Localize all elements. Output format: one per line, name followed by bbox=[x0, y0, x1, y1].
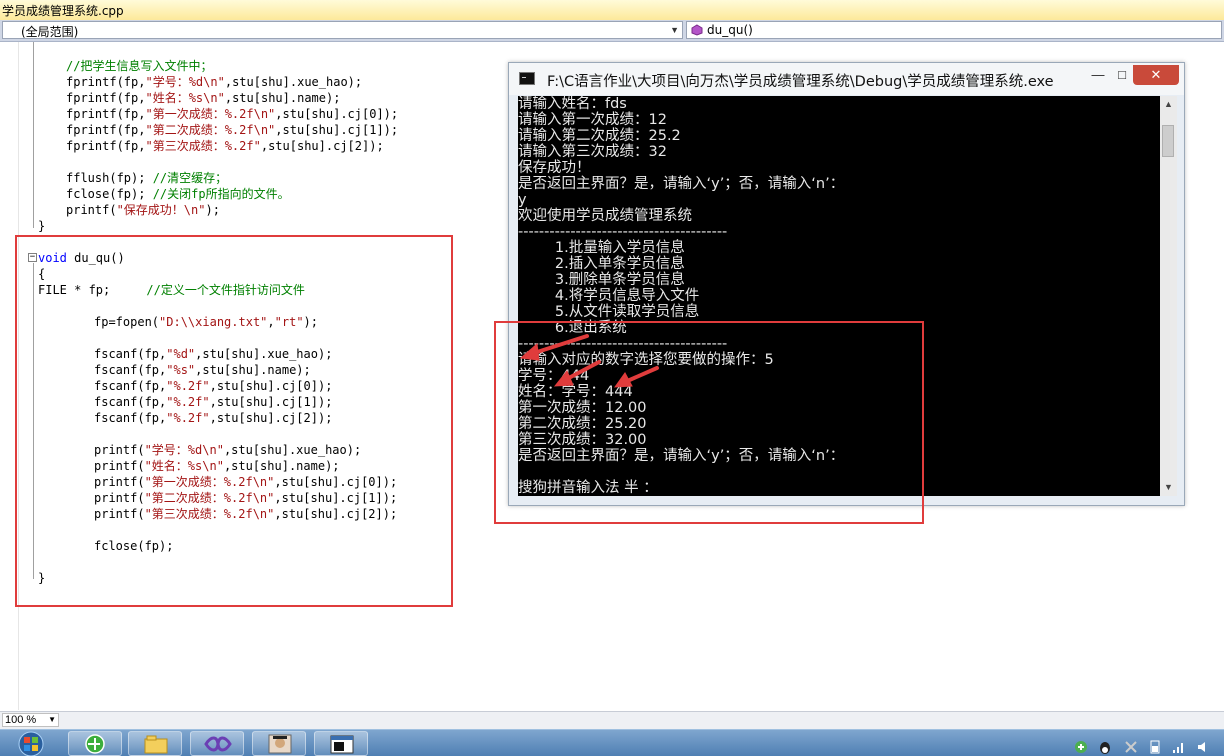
chevron-down-icon[interactable]: ▼ bbox=[48, 715, 56, 724]
console-window-icon bbox=[330, 735, 354, 754]
folder-icon bbox=[144, 735, 168, 754]
console-line: 2.插入单条学员信息 bbox=[518, 256, 685, 272]
browser-icon bbox=[85, 734, 105, 754]
visual-studio-icon bbox=[204, 736, 232, 752]
chevron-down-icon[interactable]: ▼ bbox=[670, 25, 679, 35]
outline-guide bbox=[33, 42, 34, 228]
network-signal-icon[interactable] bbox=[1172, 740, 1186, 754]
console-line: 3.删除单条学员信息 bbox=[518, 272, 685, 288]
console-titlebar[interactable]: F:\C语言作业\大项目\向万杰\学员成绩管理系统\Debug\学员成绩管理系统… bbox=[509, 63, 1184, 95]
code-line: printf("保存成功！\n"); bbox=[66, 203, 220, 217]
console-scrollbar[interactable]: ▲ ▼ bbox=[1160, 96, 1177, 496]
editor-status-bar: 100 % ▼ bbox=[0, 711, 1224, 729]
console-line: 请输入第一次成绩：12 bbox=[518, 112, 667, 128]
taskbar-explorer-button[interactable] bbox=[128, 731, 182, 756]
tools-icon[interactable] bbox=[1124, 740, 1138, 754]
code-line: fprintf(fp,"姓名：%s\n",stu[shu].name); bbox=[66, 91, 341, 105]
arrow-head-2 bbox=[553, 370, 574, 387]
code-line: fprintf(fp,"第一次成绩：%.2f\n",stu[shu].cj[0]… bbox=[66, 107, 399, 121]
code-line: //把学生信息写入文件中； bbox=[66, 59, 213, 73]
document-tab[interactable]: 学员成绩管理系统.cpp bbox=[0, 0, 1224, 21]
function-dropdown[interactable]: du_qu() bbox=[686, 21, 1222, 39]
code-line: fflush(fp); //清空缓存； bbox=[66, 171, 228, 185]
document-tab-title: 学员成绩管理系统.cpp bbox=[2, 4, 124, 18]
taskbar-browser-button[interactable] bbox=[68, 731, 122, 756]
taskbar bbox=[0, 729, 1224, 756]
annotation-box-code bbox=[15, 235, 453, 607]
function-dropdown-value: du_qu() bbox=[707, 23, 753, 37]
taskbar-visualstudio-button[interactable] bbox=[190, 731, 244, 756]
method-icon bbox=[691, 24, 703, 36]
minimize-button[interactable]: — bbox=[1086, 65, 1110, 85]
scroll-up-icon[interactable]: ▲ bbox=[1160, 96, 1177, 113]
scroll-down-icon[interactable]: ▼ bbox=[1160, 479, 1177, 496]
code-line: fprintf(fp,"第三次成绩：%.2f",stu[shu].cj[2]); bbox=[66, 139, 384, 153]
volume-icon[interactable] bbox=[1196, 740, 1210, 754]
graduate-icon bbox=[268, 734, 292, 754]
console-line: 1.批量输入学员信息 bbox=[518, 240, 685, 256]
console-line: 欢迎使用学员成绩管理系统 bbox=[518, 208, 692, 224]
navigation-bar: (全局范围) ▼ du_qu() bbox=[0, 20, 1224, 42]
scope-dropdown-value: (全局范围) bbox=[21, 25, 79, 39]
console-line: 请输入第二次成绩：25.2 bbox=[518, 128, 681, 144]
console-line: ---------------------------------------- bbox=[518, 224, 728, 240]
qq-icon[interactable] bbox=[1098, 740, 1112, 754]
console-title: F:\C语言作业\大项目\向万杰\学员成绩管理系统\Debug\学员成绩管理系统… bbox=[547, 74, 1054, 90]
arrow-head-1 bbox=[519, 343, 540, 361]
taskbar-console-button[interactable] bbox=[314, 731, 368, 756]
code-line: fprintf(fp,"第二次成绩：%.2f\n",stu[shu].cj[1]… bbox=[66, 123, 399, 137]
zoom-dropdown[interactable]: 100 % ▼ bbox=[2, 713, 59, 727]
taskbar-app-button[interactable] bbox=[252, 731, 306, 756]
scrollbar-thumb[interactable] bbox=[1162, 125, 1174, 157]
console-line: 请输入姓名：fds bbox=[518, 96, 627, 112]
add-icon[interactable] bbox=[1074, 740, 1088, 754]
console-app-icon bbox=[519, 72, 535, 85]
console-line: 保存成功！ bbox=[518, 160, 591, 176]
code-line: fprintf(fp,"学号：%d\n",stu[shu].xue_hao); bbox=[66, 75, 363, 89]
console-line: y bbox=[518, 192, 527, 208]
close-button[interactable]: ✕ bbox=[1133, 65, 1179, 85]
maximize-button[interactable]: □ bbox=[1110, 65, 1134, 85]
console-line: 请输入第三次成绩：32 bbox=[518, 144, 667, 160]
arrow-line-1 bbox=[529, 334, 589, 356]
arrow-line-3 bbox=[623, 366, 659, 384]
console-line: 是否返回主界面？是，请输入‘y’；否，请输入‘n’： bbox=[518, 176, 845, 192]
start-button[interactable] bbox=[14, 731, 48, 756]
code-line: } bbox=[38, 219, 46, 233]
console-line: 4.将学员信息导入文件 bbox=[518, 288, 700, 304]
console-line: 5.从文件读取学员信息 bbox=[518, 304, 700, 320]
code-line: fclose(fp); //关闭fp所指向的文件。 bbox=[66, 187, 290, 201]
annotation-arrows bbox=[519, 334, 659, 388]
battery-icon[interactable] bbox=[1148, 740, 1162, 754]
scope-dropdown[interactable]: (全局范围) ▼ bbox=[2, 21, 683, 39]
zoom-value: 100 % bbox=[5, 714, 37, 726]
